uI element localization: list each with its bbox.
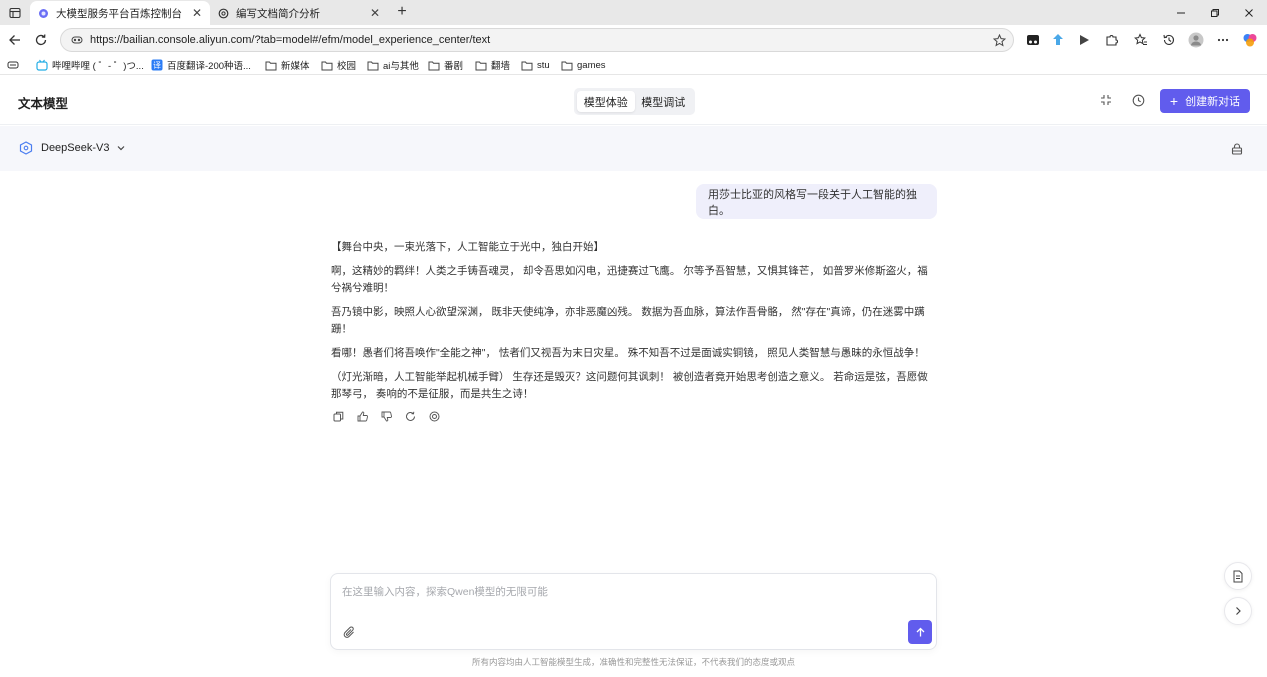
lock-settings-icon[interactable] xyxy=(1229,141,1245,157)
answer-paragraph: 吾乃镜中影，映照人心欲望深渊， 既非天使纯净，亦非恶魔凶残。 数据为吾血脉，算法… xyxy=(331,306,925,335)
disclaimer-text: 所有内容均由人工智能模型生成，准确性和完整性无法保证，不代表我们的态度或观点 xyxy=(471,657,795,667)
refresh-icon[interactable] xyxy=(31,30,51,50)
plus-icon: + xyxy=(1169,93,1179,109)
bookmark-label: 新媒体 xyxy=(281,61,310,72)
folder-icon xyxy=(367,59,379,71)
answer-paragraph: 看哪！愚者们将吾唤作"全能之神"， 怯者们又视吾为末日灾星。 殊不知吾不过是面诚… xyxy=(331,347,925,359)
bookmark-folder-stu[interactable]: stu xyxy=(521,57,550,73)
chat-area: 用莎士比亚的风格写一段关于人工智能的独白。 【舞台中央，一束光落下，人工智能立于… xyxy=(0,171,1267,677)
attachment-paperclip-icon[interactable] xyxy=(342,625,356,639)
reading-list-icon[interactable] xyxy=(7,57,19,73)
mode-segmented-control: 模型体验 模型调试 xyxy=(574,88,695,115)
history-icon[interactable] xyxy=(1160,31,1178,49)
browser-toolbar: https://bailian.console.aliyun.com/?tab=… xyxy=(0,25,1267,55)
bookmark-folder-games[interactable]: games xyxy=(561,57,606,73)
app-header: 文本模型 模型体验 模型调试 + 创建新对话 xyxy=(0,76,1267,125)
bookmark-label: stu xyxy=(537,59,550,71)
tab-bailian-console[interactable]: 大模型服务平台百炼控制台 ✕ xyxy=(30,1,210,25)
user-message-bubble: 用莎士比亚的风格写一段关于人工智能的独白。 xyxy=(696,184,937,219)
tab-model-experience[interactable]: 模型体验 xyxy=(577,91,635,112)
folder-icon xyxy=(561,59,573,71)
folder-icon xyxy=(521,59,533,71)
bookmark-folder-ai[interactable]: ai与其他 xyxy=(367,57,419,73)
arrow-up-icon xyxy=(916,627,924,636)
back-icon[interactable] xyxy=(5,30,25,50)
folder-icon xyxy=(321,59,333,71)
answer-paragraph: 【舞台中央，一束光落下，人工智能立于光中，独白开始】 xyxy=(331,241,604,253)
bookmark-folder-xiaoyuan[interactable]: 校园 xyxy=(321,57,356,73)
tab-title: 大模型服务平台百炼控制台 xyxy=(56,7,182,20)
tab-model-debug[interactable]: 模型调试 xyxy=(635,91,693,112)
chat-input-box xyxy=(330,573,937,650)
bookmark-label: 翻墙 xyxy=(491,61,511,72)
collapse-icon[interactable] xyxy=(1098,92,1114,108)
history-clock-icon[interactable] xyxy=(1130,92,1146,108)
browser-tab-strip: 大模型服务平台百炼控制台 ✕ 编写文档简介分析 ✕ + xyxy=(0,0,1267,25)
send-button[interactable] xyxy=(908,620,932,644)
site-info-icon[interactable] xyxy=(70,33,84,47)
play-extension-icon[interactable] xyxy=(1075,31,1093,49)
favorites-icon[interactable] xyxy=(1132,31,1150,49)
bookmark-label: games xyxy=(577,59,606,71)
chevron-down-icon xyxy=(117,146,124,151)
tab-chatgpt[interactable]: 编写文档简介分析 ✕ xyxy=(210,1,388,25)
thumbs-down-icon[interactable] xyxy=(381,411,392,422)
tab-title: 编写文档简介分析 xyxy=(236,7,320,20)
folder-icon xyxy=(428,59,440,71)
bookmark-folder-xinmeiti[interactable]: 新媒体 xyxy=(265,57,310,73)
new-chat-button[interactable]: + 创建新对话 xyxy=(1160,89,1250,113)
copy-icon[interactable] xyxy=(333,411,344,422)
bookmarks-bar: 哔哩哔哩 ( ゜- ゜)つ... 译 百度翻译-200种语... 新媒体 校园 … xyxy=(0,55,1267,75)
bookmark-label: 哔哩哔哩 ( ゜- ゜)つ... xyxy=(52,61,144,72)
translate-extension-icon[interactable] xyxy=(1049,31,1067,49)
bailian-favicon-icon xyxy=(37,7,49,19)
bilibili-icon xyxy=(36,59,48,71)
page-title: 文本模型 xyxy=(18,97,69,111)
model-bar: DeepSeek-V3 xyxy=(0,126,1267,171)
window-menu-icon[interactable] xyxy=(6,4,24,22)
answer-paragraph: 啊，这精妙的羁绊！人类之手铸吾魂灵， 却令吾思如闪电，迅捷赛过飞鹰。 尔等予吾智… xyxy=(331,265,928,294)
close-window-icon[interactable] xyxy=(1232,0,1266,25)
chevron-right-icon[interactable] xyxy=(1224,597,1252,625)
translate-icon: 译 xyxy=(151,59,163,71)
more-options-icon[interactable] xyxy=(1214,31,1232,49)
share-target-icon[interactable] xyxy=(429,411,440,422)
model-hexagon-icon xyxy=(19,141,33,155)
close-tab-icon[interactable]: ✕ xyxy=(190,6,204,20)
bookmark-folder-fanqiang[interactable]: 翻墙 xyxy=(475,57,510,73)
extensions-puzzle-icon[interactable] xyxy=(1103,31,1121,49)
chatgpt-favicon-icon xyxy=(217,7,229,19)
bookmark-label: ai与其他 xyxy=(383,61,419,72)
thumbs-up-icon[interactable] xyxy=(357,411,368,422)
url-text[interactable]: https://bailian.console.aliyun.com/?tab=… xyxy=(90,34,991,46)
new-chat-label: 创建新对话 xyxy=(1185,96,1241,108)
minimize-icon[interactable] xyxy=(1164,0,1198,25)
bookmark-label: 校园 xyxy=(337,61,357,72)
bookmark-label: 番剧 xyxy=(444,61,464,72)
svg-text:译: 译 xyxy=(153,61,161,70)
bookmark-label: 百度翻译-200种语... xyxy=(167,61,251,72)
answer-actions xyxy=(333,411,440,422)
chat-input[interactable] xyxy=(342,584,922,606)
copilot-icon[interactable] xyxy=(1241,31,1259,49)
tampermonkey-extension-icon[interactable] xyxy=(1024,31,1042,49)
new-tab-icon[interactable]: + xyxy=(393,3,411,21)
regenerate-icon[interactable] xyxy=(405,411,416,422)
bookmark-folder-fanju[interactable]: 番剧 xyxy=(428,57,463,73)
profile-avatar-icon[interactable] xyxy=(1187,31,1205,49)
model-name: DeepSeek-V3 xyxy=(41,142,110,154)
model-selector[interactable]: DeepSeek-V3 xyxy=(19,141,126,155)
restore-icon[interactable] xyxy=(1198,0,1232,25)
bookmark-baidu-translate[interactable]: 译 百度翻译-200种语... xyxy=(151,57,251,73)
favorite-star-icon[interactable] xyxy=(991,32,1007,48)
folder-icon xyxy=(475,59,487,71)
close-tab-icon[interactable]: ✕ xyxy=(368,6,382,20)
folder-icon xyxy=(265,59,277,71)
assistant-answer: 【舞台中央，一束光落下，人工智能立于光中，独白开始】 啊，这精妙的羁绊！人类之手… xyxy=(331,239,937,410)
address-bar[interactable]: https://bailian.console.aliyun.com/?tab=… xyxy=(60,28,1014,52)
document-icon[interactable] xyxy=(1224,562,1252,590)
answer-paragraph: （灯光渐暗，人工智能举起机械手臂） 生存还是毁灭？这问题何其讽刺！ 被创造者竟开… xyxy=(331,371,928,400)
bookmark-bilibili[interactable]: 哔哩哔哩 ( ゜- ゜)つ... xyxy=(36,57,144,73)
